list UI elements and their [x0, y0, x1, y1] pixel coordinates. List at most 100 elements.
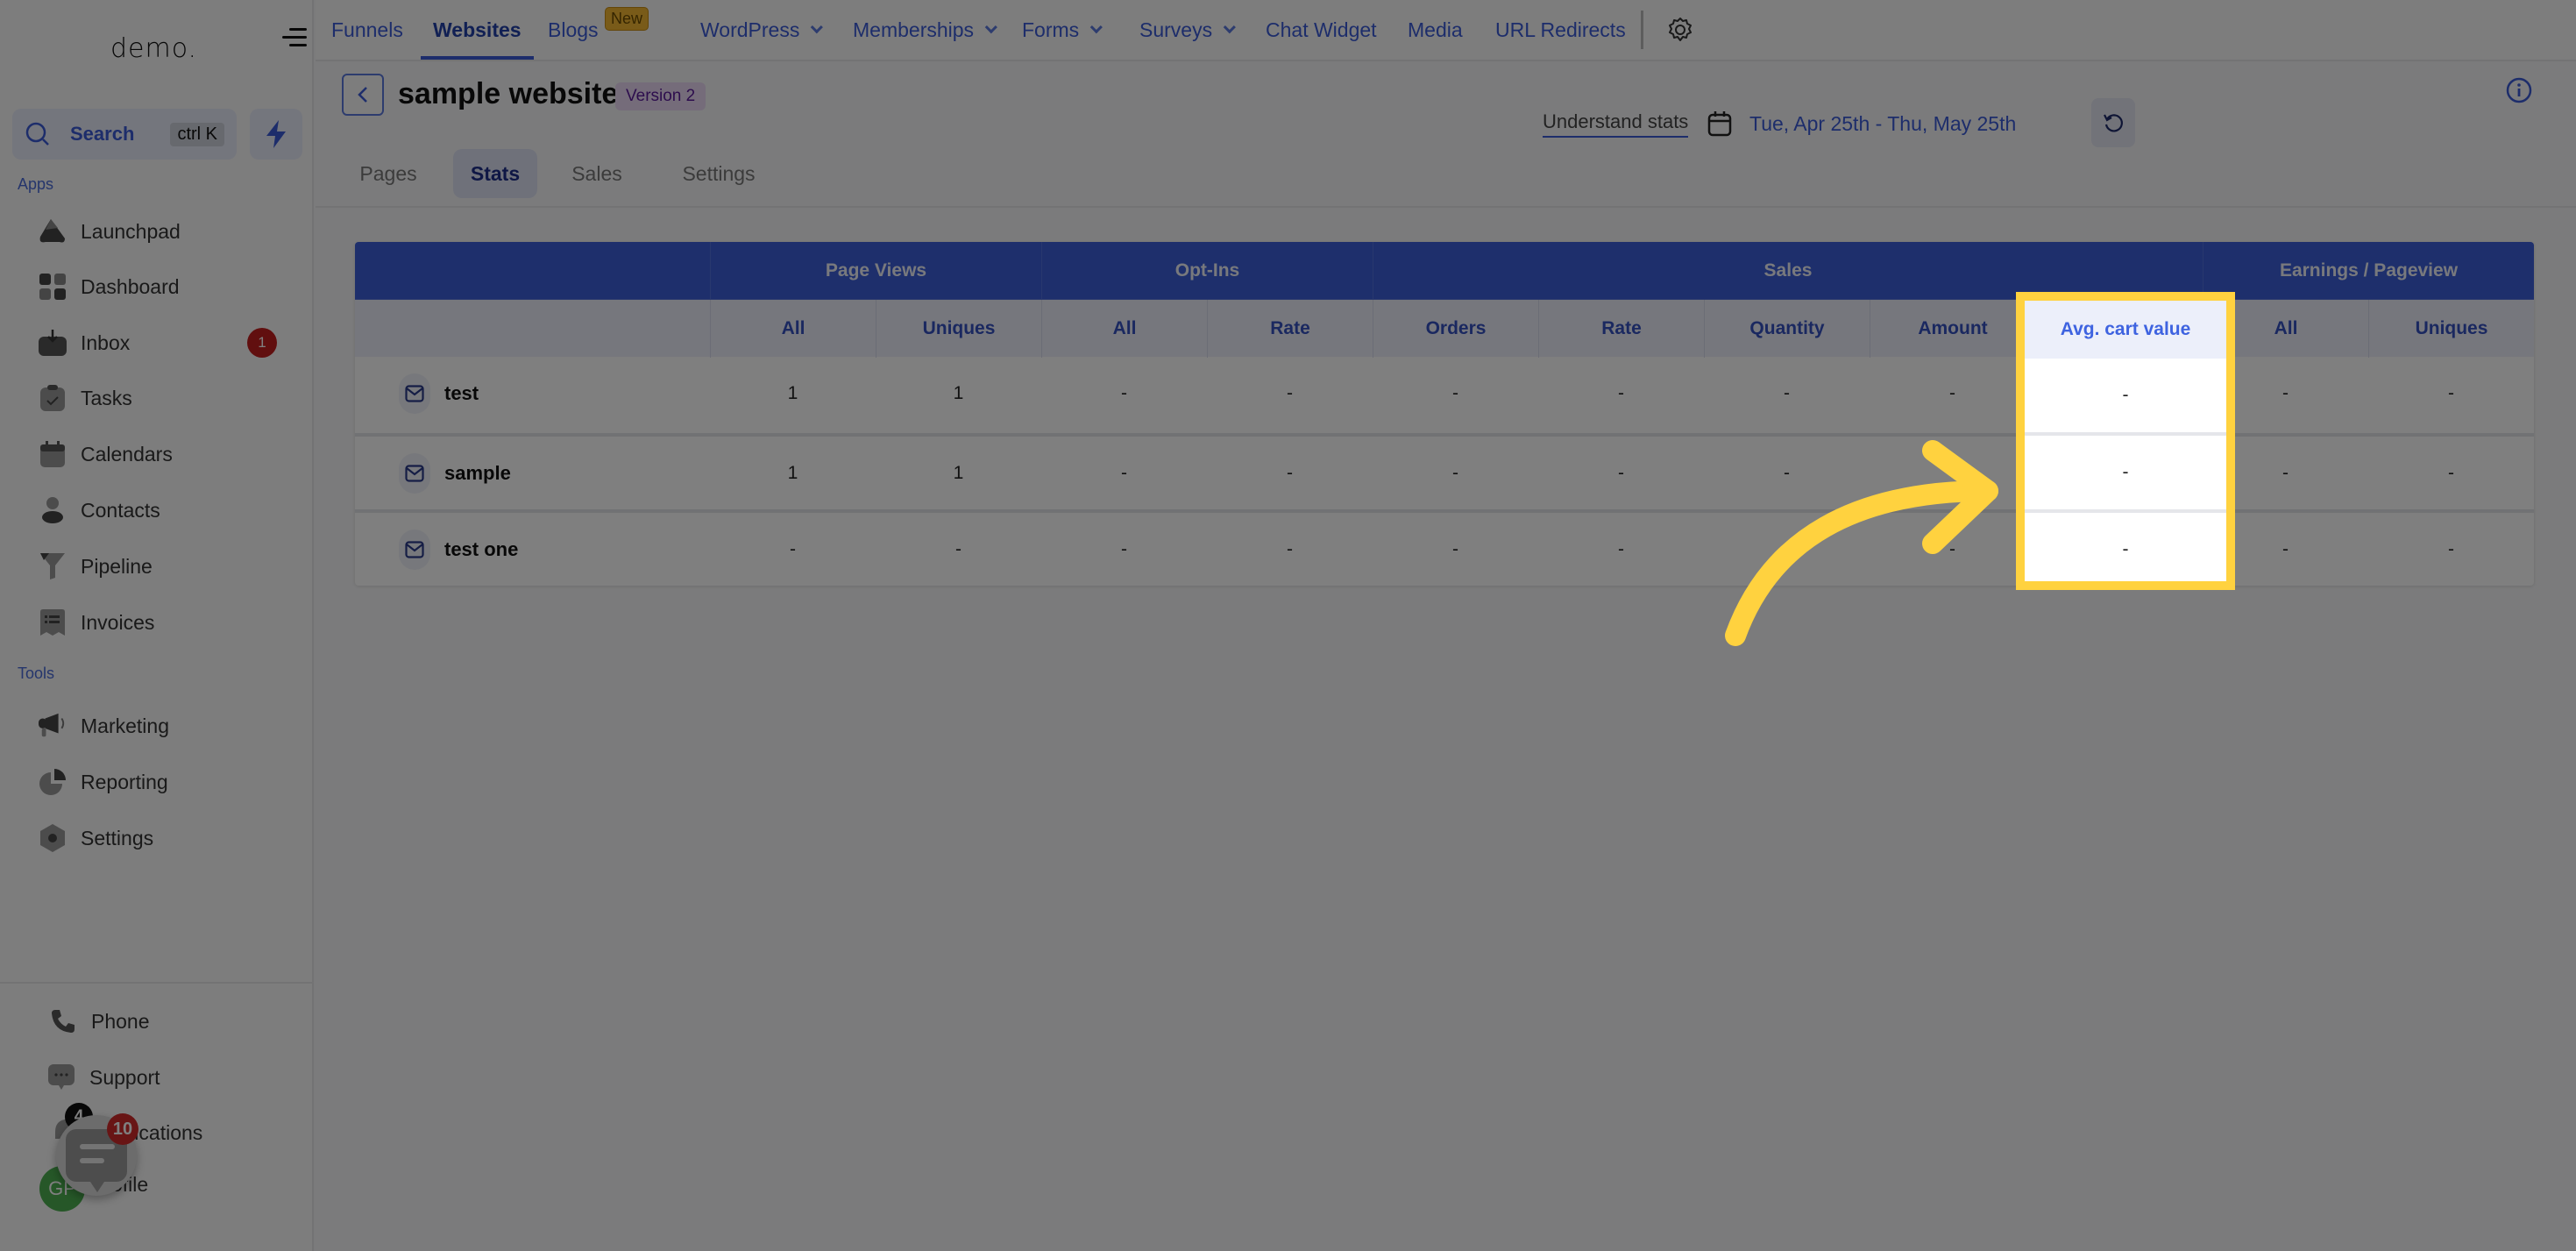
- new-badge: New: [605, 7, 649, 31]
- info-icon[interactable]: [2506, 77, 2532, 108]
- sidebar-item-phone[interactable]: Phone: [49, 1004, 150, 1039]
- table-cell: -: [1452, 462, 1458, 483]
- sidebar-item-label: Invoices: [81, 610, 155, 634]
- tab-settings[interactable]: Settings: [666, 149, 771, 198]
- tab-stats[interactable]: Stats: [453, 149, 537, 198]
- nav-label: Blogs: [548, 18, 599, 41]
- sidebar-item-launchpad[interactable]: Launchpad: [39, 214, 181, 249]
- table-cell: -: [2448, 382, 2454, 403]
- table-cell: -: [1618, 382, 1624, 403]
- clipboard-check-icon: [39, 384, 67, 412]
- column-header[interactable]: All: [710, 300, 876, 358]
- search-button[interactable]: Search ctrl K: [12, 109, 237, 160]
- nav-funnels[interactable]: Funnels: [331, 0, 403, 60]
- table-cell: -: [790, 538, 796, 559]
- sidebar: demo. Search ctrl K Apps Launchpad Dashb…: [0, 0, 314, 1251]
- sidebar-item-calendars[interactable]: Calendars: [39, 437, 173, 472]
- sidebar-item-settings[interactable]: Settings: [39, 821, 153, 856]
- sidebar-item-label: Phone: [91, 1009, 150, 1033]
- table-cell: 1: [787, 462, 798, 483]
- page-name: test: [444, 381, 479, 404]
- column-header[interactable]: Uniques: [876, 300, 1041, 358]
- sidebar-item-reporting[interactable]: Reporting: [39, 764, 168, 800]
- sidebar-item-marketing[interactable]: Marketing: [39, 708, 169, 743]
- nav-settings-button[interactable]: [1667, 0, 1693, 60]
- menu-toggle-icon[interactable]: [282, 26, 307, 49]
- version-badge: Version 2: [615, 82, 706, 110]
- nav-url-redirects[interactable]: URL Redirects: [1495, 0, 1626, 60]
- column-header[interactable]: All: [1041, 300, 1207, 358]
- search-label: Search: [70, 123, 135, 145]
- chat-widget-count-badge: 10: [107, 1113, 138, 1145]
- nav-label: Chat Widget: [1266, 18, 1377, 41]
- table-cell: -: [1784, 382, 1790, 403]
- nav-media[interactable]: Media: [1408, 0, 1463, 60]
- nav-chat-widget[interactable]: Chat Widget: [1266, 0, 1377, 60]
- calendar-icon[interactable]: [1707, 110, 1732, 141]
- funnel-icon: [39, 552, 67, 580]
- group-header-earnings-pageview: Earnings / Pageview: [2203, 242, 2534, 299]
- sidebar-item-label: Calendars: [81, 442, 173, 466]
- page-name-cell[interactable]: test: [399, 357, 479, 430]
- back-button[interactable]: [342, 74, 384, 116]
- sidebar-item-contacts[interactable]: Contacts: [39, 493, 160, 528]
- sidebar-item-label: Inbox: [81, 331, 131, 354]
- calendar-icon: [39, 440, 67, 468]
- table-cell: -: [955, 538, 962, 559]
- nav-label: Media: [1408, 18, 1463, 41]
- nav-memberships[interactable]: Memberships: [853, 0, 997, 60]
- rocket-icon: [39, 217, 67, 245]
- column-header[interactable]: Rate: [1207, 300, 1373, 358]
- page-name-cell[interactable]: sample: [399, 437, 511, 509]
- envelope-icon: [399, 373, 430, 414]
- nav-label: Memberships: [853, 18, 975, 41]
- page-title: sample website: [398, 77, 619, 110]
- table-cell: -: [1121, 382, 1127, 403]
- table-cell: -: [1949, 382, 1955, 403]
- quick-actions-button[interactable]: [250, 109, 302, 160]
- group-header-sales: Sales: [1373, 242, 2203, 299]
- refresh-button[interactable]: [2091, 98, 2135, 147]
- tab-sales[interactable]: Sales: [557, 149, 636, 198]
- column-header-avg-cart-value[interactable]: Avg. cart value: [2025, 301, 2226, 359]
- column-header[interactable]: Uniques: [2368, 300, 2534, 358]
- sidebar-item-inbox[interactable]: Inbox: [39, 325, 130, 360]
- page-name-cell[interactable]: test one: [399, 513, 518, 586]
- nav-surveys[interactable]: Surveys: [1139, 0, 1236, 60]
- nav-wordpress[interactable]: WordPress: [700, 0, 824, 60]
- date-range-picker[interactable]: Tue, Apr 25th - Thu, May 25th: [1749, 112, 2016, 136]
- sidebar-item-label: Dashboard: [81, 274, 180, 298]
- nav-websites[interactable]: Websites: [421, 0, 534, 60]
- highlight-box-avg-cart-value: Avg. cart value - - -: [2016, 292, 2235, 590]
- tabs-divider: [316, 206, 2576, 208]
- pie-chart-icon: [39, 768, 67, 796]
- table-cell: -: [2448, 538, 2454, 559]
- gear-hex-icon: [39, 824, 67, 852]
- page-name: sample: [444, 461, 511, 484]
- nav-label: URL Redirects: [1495, 18, 1626, 41]
- search-icon: [25, 122, 49, 146]
- sidebar-item-dashboard[interactable]: Dashboard: [39, 269, 180, 304]
- chevron-down-icon: [1089, 21, 1103, 34]
- dashboard-grid-icon: [39, 273, 67, 301]
- understand-stats-link[interactable]: Understand stats: [1543, 110, 1689, 138]
- column-header[interactable]: Amount: [1870, 300, 2035, 358]
- sidebar-item-pipeline[interactable]: Pipeline: [39, 549, 153, 584]
- column-header[interactable]: Orders: [1373, 300, 1538, 358]
- column-header[interactable]: Quantity: [1704, 300, 1870, 358]
- tab-pages[interactable]: Pages: [342, 149, 435, 198]
- refresh-icon: [2104, 114, 2123, 132]
- sidebar-item-invoices[interactable]: Invoices: [39, 605, 154, 640]
- table-cell: 1: [953, 462, 964, 483]
- nav-forms[interactable]: Forms: [1022, 0, 1103, 60]
- chevron-down-icon: [811, 21, 824, 34]
- lightning-icon: [266, 120, 286, 148]
- sidebar-item-label: Launchpad: [81, 219, 181, 243]
- column-header[interactable]: Rate: [1538, 300, 1704, 358]
- chevron-down-icon: [1223, 21, 1236, 34]
- sidebar-item-tasks[interactable]: Tasks: [39, 380, 132, 416]
- sidebar-item-support[interactable]: Support: [47, 1060, 160, 1095]
- top-navigation: Funnels Websites Blogs New WordPress Mem…: [316, 0, 2576, 61]
- sidebar-item-label: Tasks: [81, 386, 132, 409]
- nav-blogs[interactable]: Blogs: [548, 0, 599, 60]
